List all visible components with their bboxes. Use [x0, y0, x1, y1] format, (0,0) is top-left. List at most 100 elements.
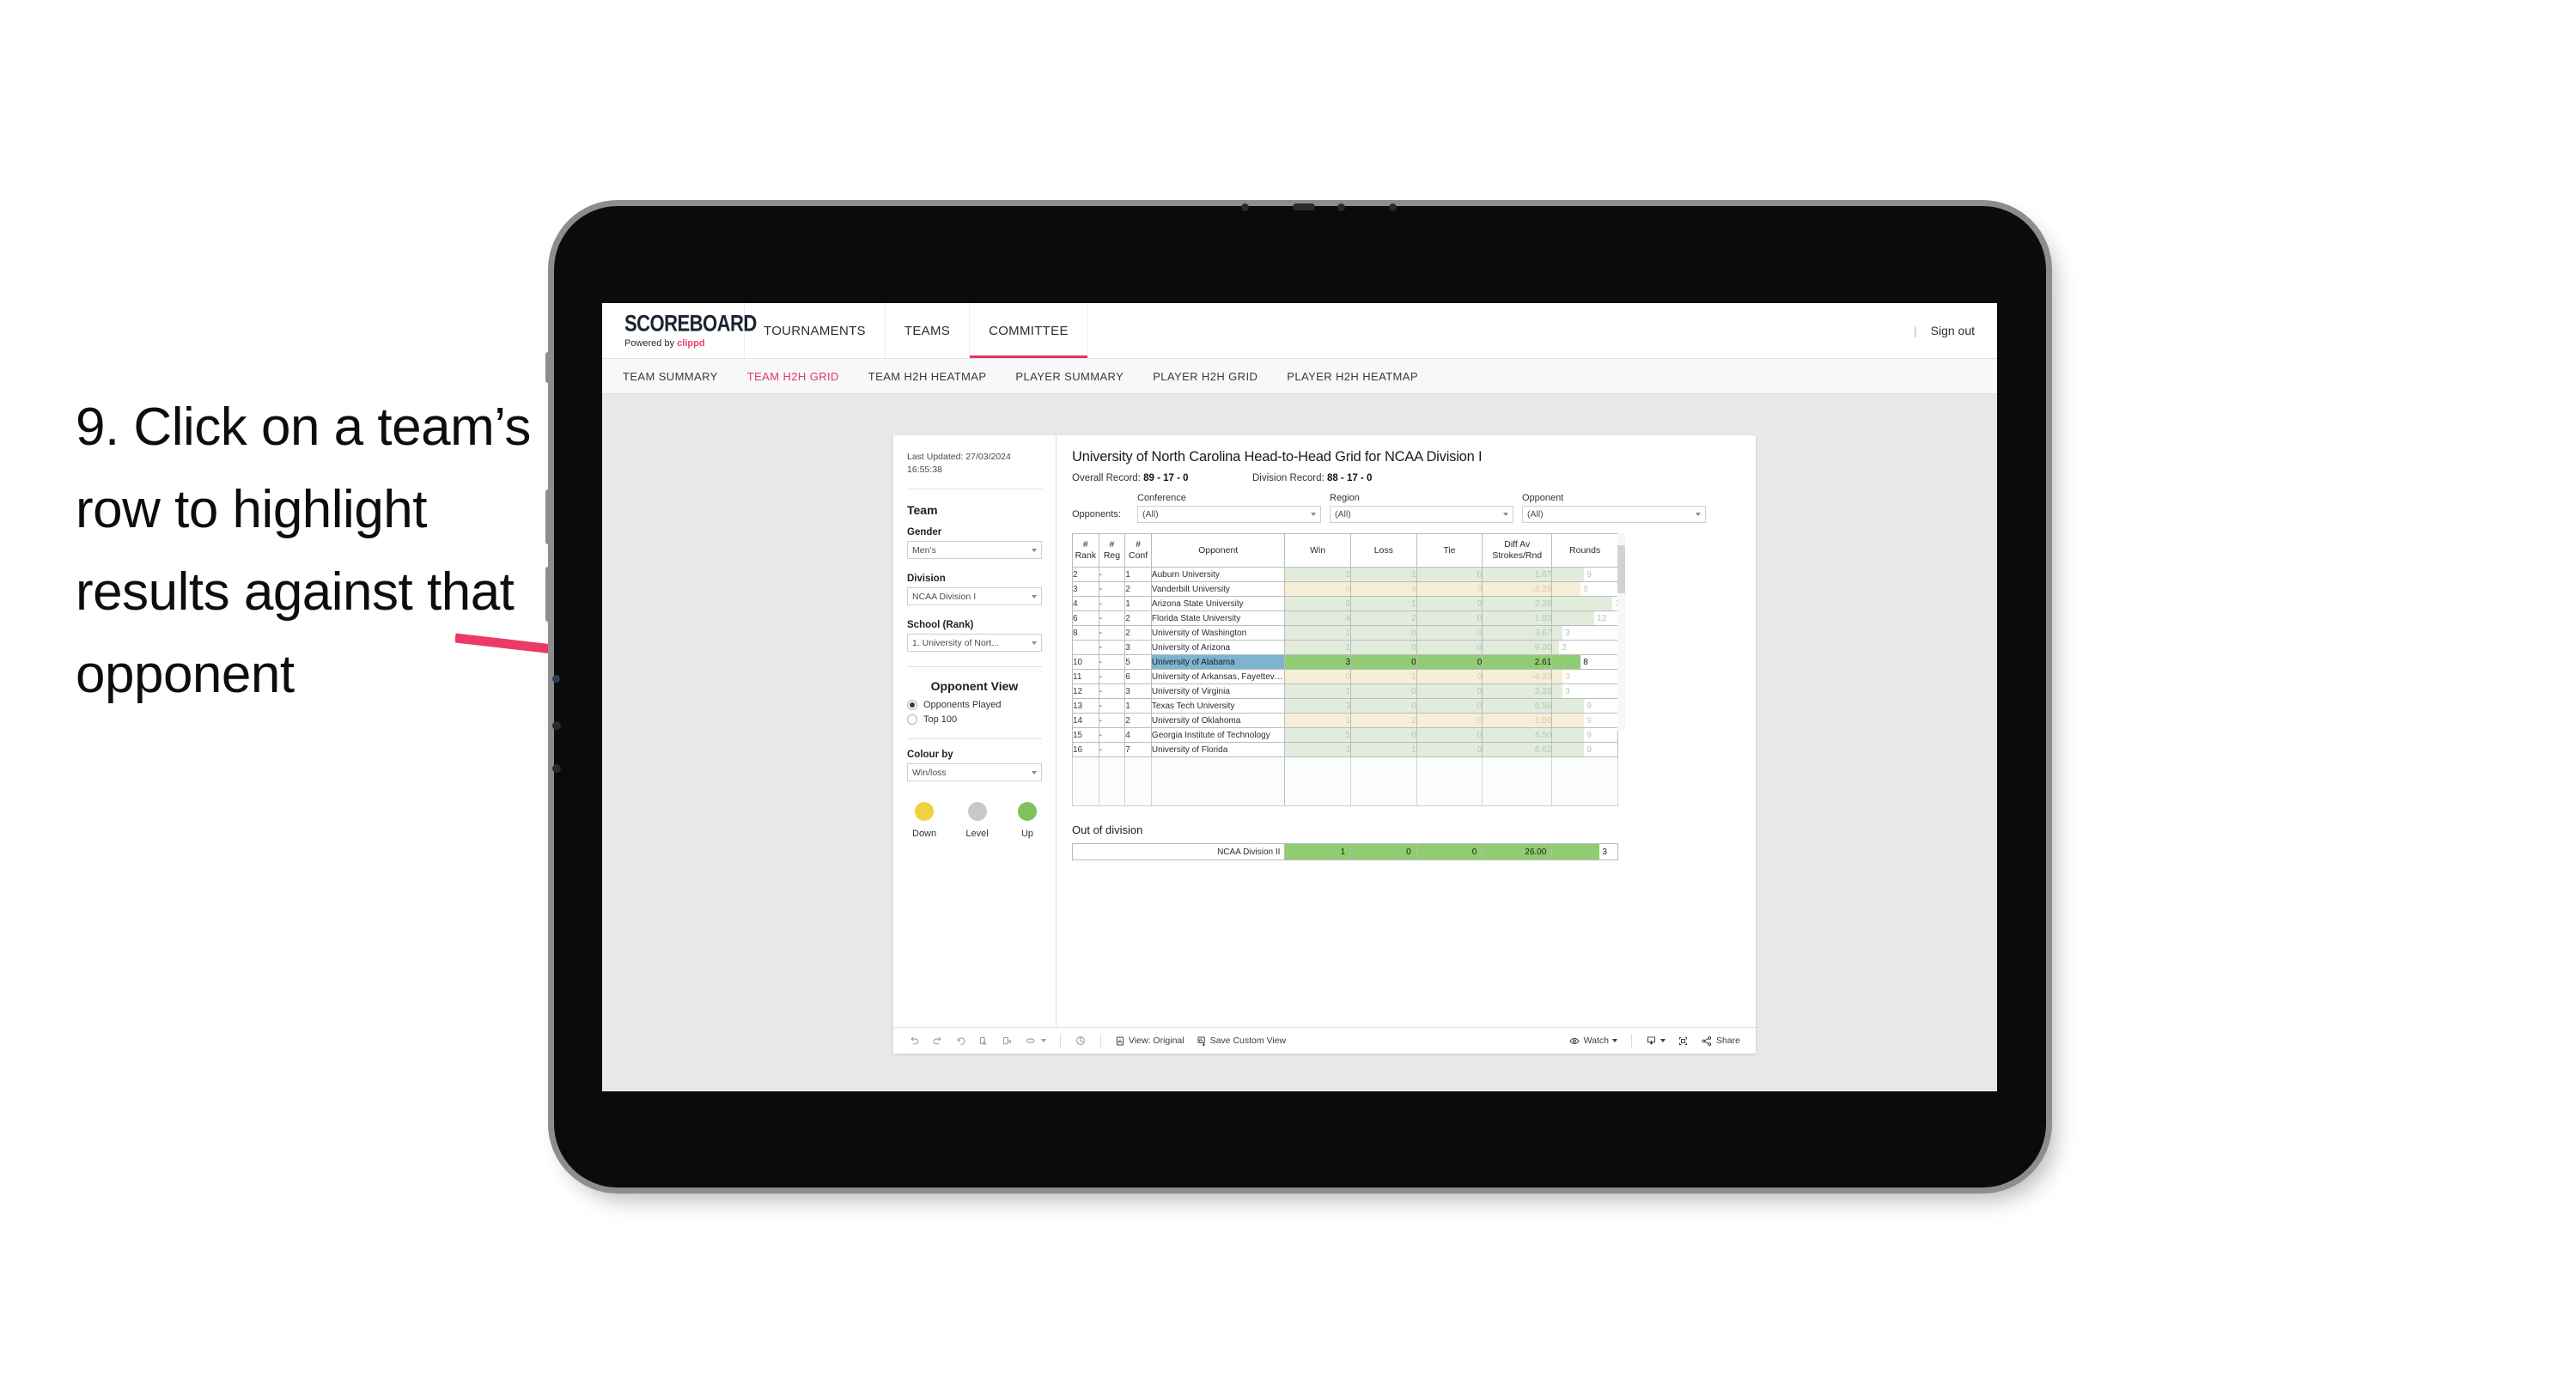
table-row[interactable]: 6-2 Florida State University 4 2 0 1.83 12 [1072, 610, 1618, 626]
loop-button[interactable] [1020, 1032, 1051, 1049]
table-row[interactable]: 16-7 University of Florida 3 1 0 6.62 9 [1072, 742, 1618, 757]
toolbar-divider-3 [1630, 1034, 1632, 1048]
revert-button[interactable] [950, 1032, 971, 1049]
cell-conf: 1 [1124, 567, 1152, 582]
cell-conf: 2 [1124, 610, 1152, 626]
table-row[interactable]: 10-5 University of Alabama 3 0 0 2.61 8 [1072, 654, 1618, 670]
refresh-button[interactable] [973, 1032, 995, 1049]
cell-reg: - [1098, 669, 1126, 684]
filler-cell [1350, 756, 1417, 806]
table-row[interactable]: -3 University of Arizona 1 0 0 9.00 2 [1072, 640, 1618, 655]
alerts-button[interactable] [1069, 1032, 1092, 1049]
col-header-loss[interactable]: Loss [1350, 533, 1417, 568]
cell-loss: 0 [1350, 727, 1417, 743]
filter-opponent-select[interactable]: (All) [1522, 506, 1706, 523]
subnav-player-summary[interactable]: PLAYER SUMMARY [1015, 370, 1124, 383]
division-label: Division [907, 574, 946, 585]
col-header-tie[interactable]: Tie [1416, 533, 1483, 568]
subnav-player-h2h-heatmap[interactable]: PLAYER H2H HEATMAP [1287, 370, 1418, 383]
subnav-team-summary[interactable]: TEAM SUMMARY [623, 370, 718, 383]
radio-top-100[interactable]: Top 100 [907, 714, 1042, 726]
undo-button[interactable] [904, 1032, 925, 1049]
rounds-bar [1552, 655, 1581, 669]
col-header-opponent[interactable]: Opponent [1150, 533, 1286, 568]
col-header-rounds[interactable]: Rounds [1551, 533, 1618, 568]
table-row[interactable]: 3-2 Vanderbilt University 0 4 0 -2.29 8 [1072, 581, 1618, 597]
table-row[interactable]: 2-1 Auburn University 2 1 0 1.67 9 [1072, 567, 1618, 582]
cell-diff: 2.61 [1482, 654, 1553, 670]
cell-diff: 9.00 [1482, 640, 1553, 655]
out-of-division-title: Out of division [1072, 823, 1143, 836]
cell-diff: 1.67 [1482, 567, 1553, 582]
cell-loss: 2 [1350, 713, 1417, 728]
rounds-label: 8 [1583, 657, 1588, 667]
division-select[interactable]: NCAA Division I [907, 587, 1042, 606]
filter-opponent-label: Opponent [1522, 493, 1564, 503]
rounds-bar [1552, 582, 1581, 596]
nav-teams[interactable]: TEAMS [886, 303, 971, 358]
grid-scrollbar[interactable] [1617, 533, 1625, 731]
cell-win: 2 [1284, 567, 1351, 582]
signout-button[interactable]: Sign out [1931, 324, 1975, 337]
cell-loss: 1 [1350, 596, 1417, 611]
ood-label: NCAA Division II [1071, 843, 1286, 860]
subnav-player-h2h-grid[interactable]: PLAYER H2H GRID [1153, 370, 1258, 383]
save-custom-view-label: Save Custom View [1209, 1036, 1287, 1046]
chevron-down-icon [1659, 1039, 1666, 1042]
filter-conference-select[interactable]: (All) [1137, 506, 1321, 523]
table-row[interactable]: 14-2 University of Oklahoma 1 2 0 -1.00 9 [1072, 713, 1618, 728]
cell-conf: 4 [1124, 727, 1152, 743]
table-row[interactable]: 12-3 University of Virginia 1 0 0 2.33 3 [1072, 683, 1618, 699]
table-row[interactable]: 11-6 University of Arkansas, Fayetteville… [1072, 669, 1618, 684]
cell-loss: 0 [1350, 640, 1417, 655]
ood-win: 1 [1284, 843, 1352, 860]
table-row[interactable]: 15-4 Georgia Institute of Technology 5 0 0 4.… [1072, 727, 1618, 743]
save-custom-view-button[interactable]: Save Custom View [1191, 1032, 1292, 1049]
rounds-bar [1552, 743, 1585, 756]
download-button[interactable] [1641, 1032, 1671, 1049]
school-select[interactable]: 1. University of Nort... [907, 634, 1042, 653]
col-header-conf[interactable]: # Conf [1124, 533, 1152, 568]
cell-opponent: Florida State University [1150, 610, 1286, 626]
cell-opponent: Georgia Institute of Technology [1150, 727, 1286, 743]
table-row[interactable]: 4-1Arizona State University5102.2817 [1072, 596, 1624, 611]
filter-region-select[interactable]: (All) [1330, 506, 1513, 523]
rounds-bar [1552, 714, 1585, 727]
redo-button[interactable] [927, 1032, 948, 1049]
pause-button[interactable] [996, 1032, 1018, 1049]
nav-tournaments[interactable]: TOURNAMENTS [745, 303, 886, 358]
cell-tie: 0 [1416, 581, 1483, 597]
cell-diff: -1.00 [1482, 713, 1553, 728]
table-row[interactable]: 8-2 University of Washington 1 0 0 3.67 3 [1072, 625, 1618, 641]
view-original-button[interactable]: View: Original [1110, 1032, 1190, 1049]
fullscreen-button[interactable] [1672, 1032, 1694, 1049]
col-header-diff[interactable]: Diff Av Strokes/Rnd [1482, 533, 1553, 568]
col-header-rank[interactable]: # Rank [1072, 533, 1099, 568]
col-header-reg[interactable]: # Reg [1098, 533, 1126, 568]
cell-win: 3 [1284, 654, 1351, 670]
nav-committee[interactable]: COMMITTEE [970, 303, 1088, 358]
col-header-win[interactable]: Win [1284, 533, 1351, 568]
cell-rounds: 9 [1551, 698, 1618, 714]
filter-conference-value: (All) [1142, 509, 1159, 519]
watch-button[interactable]: Watch [1563, 1032, 1623, 1049]
cell-rank: 15 [1072, 727, 1099, 743]
visualization-body: Last Updated: 27/03/2024 16:55:38 Team G… [893, 435, 1756, 1027]
overall-record-label: Overall Record: [1072, 473, 1141, 483]
legend-down-label: Down [912, 829, 937, 840]
grid-scrollbar-thumb[interactable] [1617, 545, 1625, 593]
cell-tie: 0 [1416, 698, 1483, 714]
cell-rank: 12 [1072, 683, 1099, 699]
brand-logo[interactable]: SCOREBOARD Powered by clippd [602, 303, 757, 358]
rounds-label: 9 [1586, 701, 1592, 711]
out-of-division-row[interactable]: NCAA Division II 1 0 0 26.00 3 [1071, 843, 1618, 860]
gender-select[interactable]: Men’s [907, 541, 1042, 560]
chevron-down-icon [1032, 770, 1037, 775]
share-button[interactable]: Share [1696, 1032, 1745, 1049]
colour-by-select[interactable]: Win/loss [907, 763, 1042, 782]
radio-opponents-played[interactable]: Opponents Played [907, 700, 1042, 711]
subnav-team-h2h-heatmap[interactable]: TEAM H2H HEATMAP [868, 370, 987, 383]
legend-up-label: Up [1020, 829, 1034, 840]
table-row[interactable]: 13-1 Texas Tech University 3 0 0 5.56 9 [1072, 698, 1618, 714]
subnav-team-h2h-grid[interactable]: TEAM H2H GRID [747, 370, 839, 383]
